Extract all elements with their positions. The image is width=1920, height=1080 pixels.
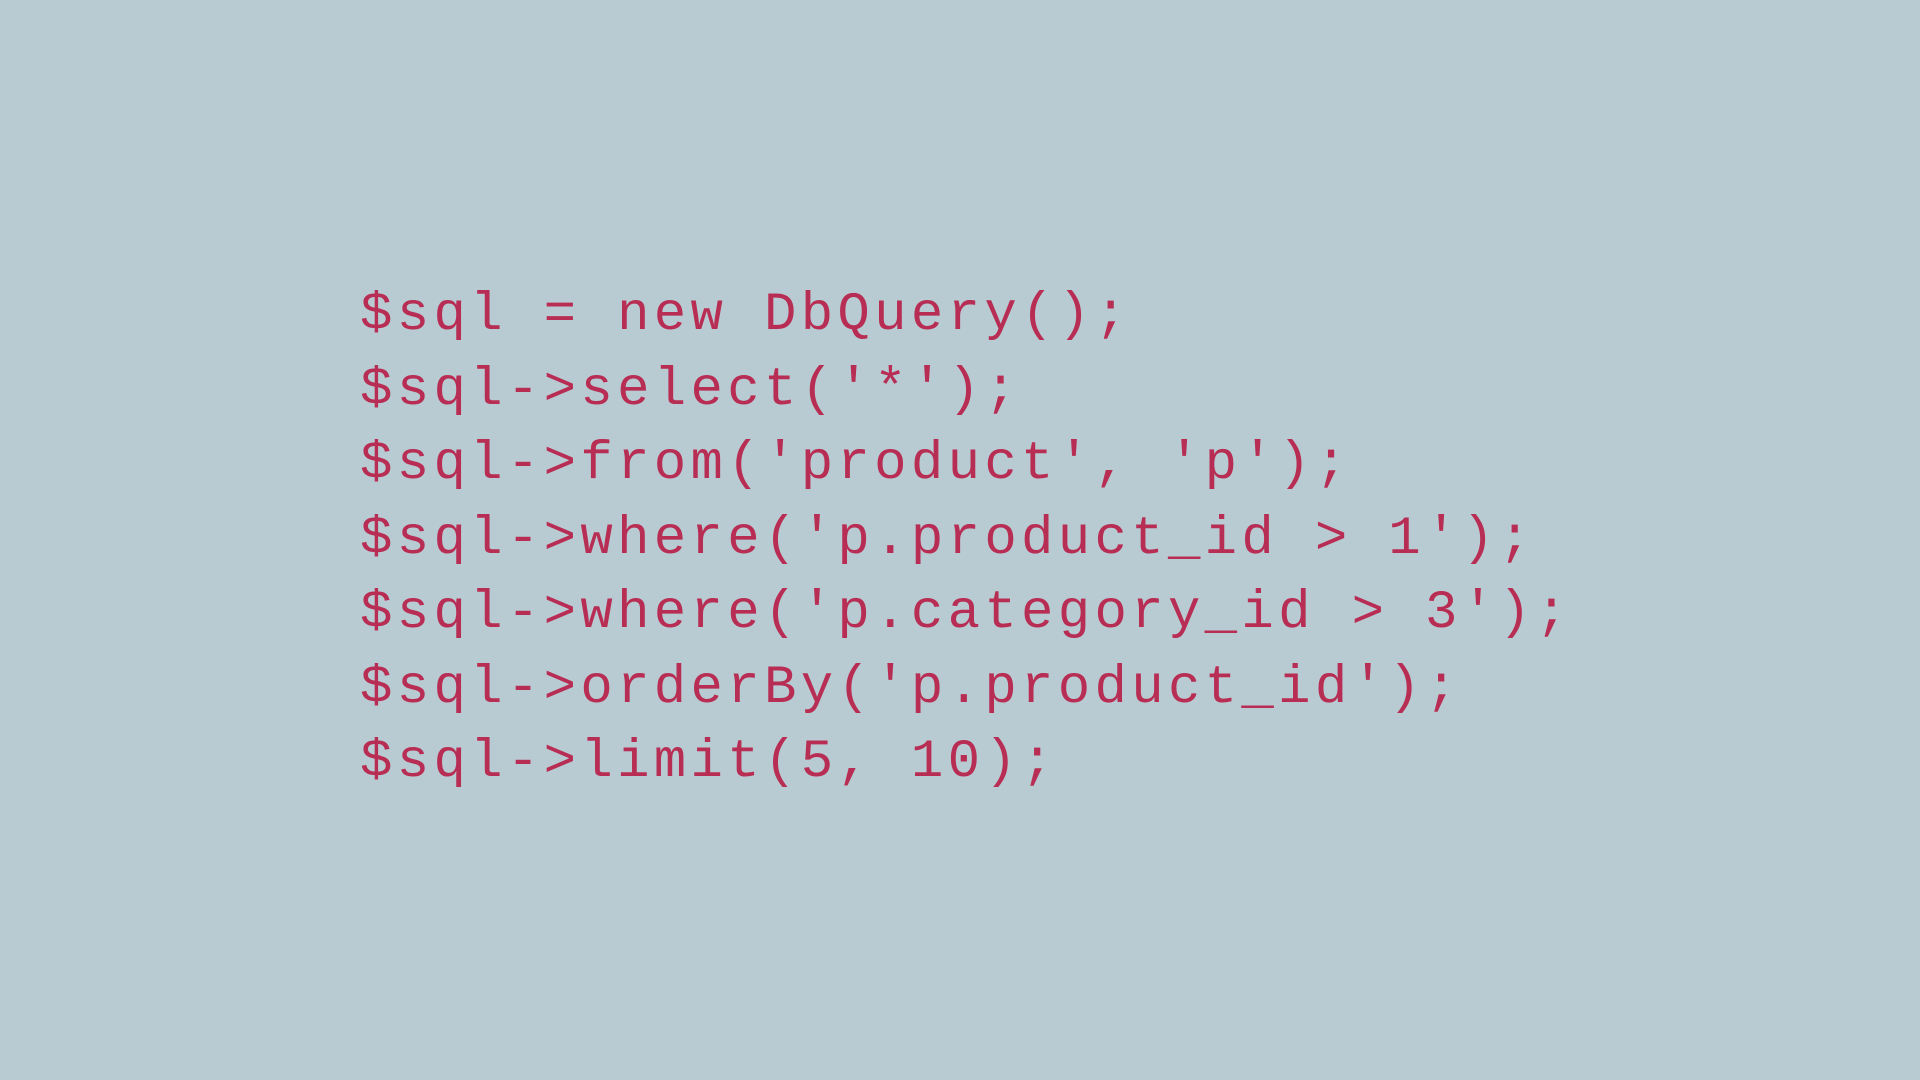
code-line: $sql->orderBy('p.product_id');: [360, 658, 1462, 719]
code-line: $sql->from('product', 'p');: [360, 434, 1352, 495]
code-line: $sql->where('p.category_id > 3');: [360, 583, 1572, 644]
code-line: $sql->select('*');: [360, 360, 1021, 421]
code-line: $sql->where('p.product_id > 1');: [360, 509, 1535, 570]
code-line: $sql = new DbQuery();: [360, 285, 1131, 346]
code-line: $sql->limit(5, 10);: [360, 732, 1058, 793]
code-block: $sql = new DbQuery(); $sql->select('*');…: [0, 279, 1572, 801]
